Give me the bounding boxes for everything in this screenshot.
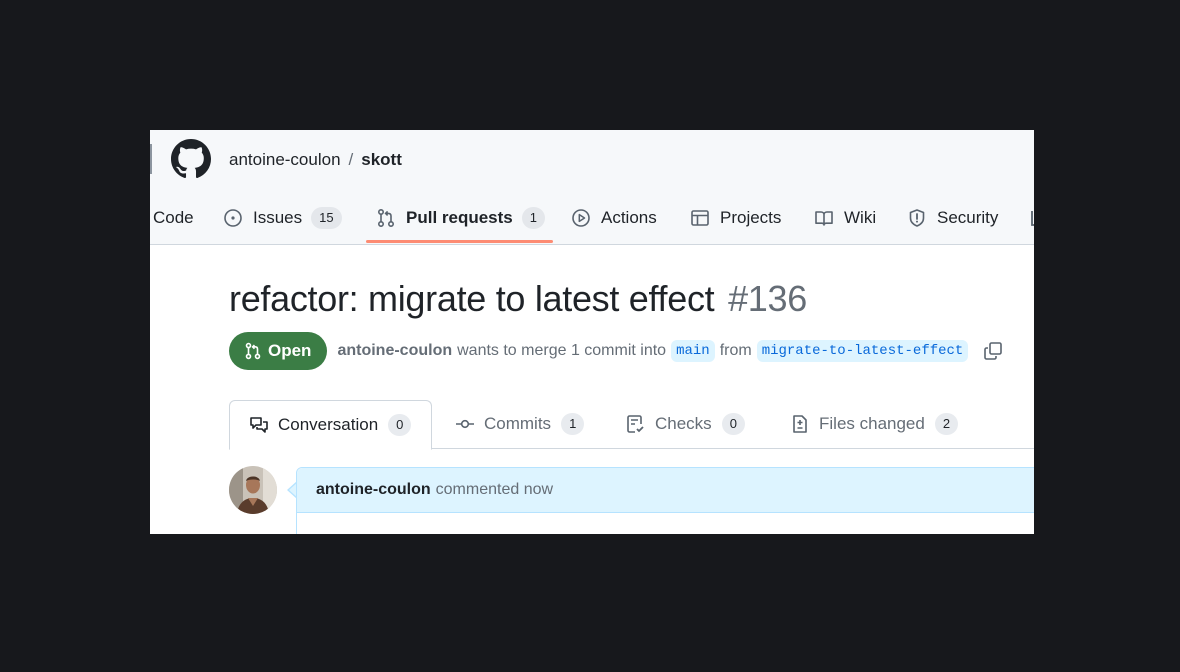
checklist-icon bbox=[627, 415, 644, 433]
table-icon bbox=[691, 210, 709, 226]
commits-count-badge: 1 bbox=[561, 413, 585, 435]
github-logo-icon[interactable] bbox=[171, 139, 211, 179]
copy-icon[interactable] bbox=[983, 341, 1003, 361]
git-pull-request-icon bbox=[245, 342, 261, 360]
graph-icon bbox=[1031, 211, 1034, 226]
merge-description: wants to merge 1 commit into bbox=[457, 342, 667, 359]
issue-opened-icon bbox=[224, 209, 242, 227]
active-tab-underline bbox=[366, 240, 553, 243]
tab-conversation[interactable]: Conversation 0 bbox=[229, 400, 433, 450]
tab-checks[interactable]: Checks 0 bbox=[626, 400, 745, 448]
tab-code[interactable]: Code bbox=[153, 192, 194, 244]
play-icon bbox=[572, 209, 590, 227]
shield-icon bbox=[909, 209, 925, 227]
tab-pull-requests-label: Pull requests bbox=[406, 208, 513, 227]
repo-owner-link[interactable]: antoine-coulon bbox=[229, 150, 341, 169]
tab-files-changed[interactable]: Files changed 2 bbox=[790, 400, 959, 448]
pulls-count-badge: 1 bbox=[521, 207, 545, 229]
pr-state-label: Open bbox=[268, 341, 312, 360]
tab-security[interactable]: Security bbox=[907, 192, 998, 244]
pr-title-text: refactor: migrate to latest effect bbox=[229, 278, 715, 319]
git-pull-request-icon bbox=[377, 208, 395, 228]
comment-author-link[interactable]: antoine-coulon bbox=[316, 481, 431, 499]
browser-viewport: antoine-coulon / skott Code Issues 15 Pull… bbox=[150, 130, 1034, 534]
tab-issues-label: Issues bbox=[253, 208, 303, 227]
avatar[interactable] bbox=[229, 466, 277, 514]
pr-meta: Open antoine-coulon wants to merge 1 com… bbox=[229, 332, 1003, 370]
repo-header: antoine-coulon / skott Code Issues 15 Pull… bbox=[150, 130, 1034, 245]
checks-count-badge: 0 bbox=[721, 413, 745, 435]
issues-count-badge: 15 bbox=[311, 207, 342, 229]
pr-title: refactor: migrate to latest effect #136 bbox=[229, 278, 807, 320]
pr-tabs: Conversation 0 Commits 1 Checks 0 Files … bbox=[229, 400, 1034, 450]
tab-commits[interactable]: Commits 1 bbox=[455, 400, 585, 448]
files-count-badge: 2 bbox=[934, 413, 959, 435]
comment-timestamp: commented now bbox=[435, 481, 554, 498]
repo-nav: Code Issues 15 Pull requests 1 Actions P… bbox=[150, 192, 1034, 244]
tab-wiki[interactable]: Wiki bbox=[814, 192, 876, 244]
comment-box: antoine-coulon commented now bbox=[296, 467, 1034, 534]
tab-security-label: Security bbox=[937, 208, 999, 227]
head-branch[interactable]: migrate-to-latest-effect bbox=[756, 340, 969, 362]
tab-issues[interactable]: Issues 15 bbox=[223, 192, 342, 244]
tab-actions[interactable]: Actions bbox=[571, 192, 657, 244]
tab-pull-requests[interactable]: Pull requests 1 bbox=[376, 192, 545, 244]
file-diff-icon bbox=[793, 415, 807, 433]
tab-projects-label: Projects bbox=[720, 208, 782, 227]
pr-number: #136 bbox=[728, 278, 807, 319]
tab-files-changed-label: Files changed bbox=[819, 414, 925, 433]
book-icon bbox=[815, 211, 833, 226]
tab-projects[interactable]: Projects bbox=[690, 192, 781, 244]
conversation-count-badge: 0 bbox=[388, 414, 412, 436]
pr-state-badge: Open bbox=[229, 332, 328, 370]
tab-commits-label: Commits bbox=[484, 414, 552, 433]
from-text: from bbox=[719, 342, 752, 359]
repo-name-link[interactable]: skott bbox=[361, 150, 402, 169]
avatar-image bbox=[229, 466, 277, 514]
breadcrumb: antoine-coulon / skott bbox=[229, 150, 402, 170]
breadcrumb-separator: / bbox=[348, 150, 354, 169]
base-branch[interactable]: main bbox=[671, 340, 715, 362]
tab-actions-label: Actions bbox=[601, 208, 657, 227]
edge-divider bbox=[150, 144, 152, 174]
pr-author-link[interactable]: antoine-coulon bbox=[337, 342, 452, 360]
comment-discussion-icon bbox=[250, 417, 268, 433]
tab-wiki-label: Wiki bbox=[844, 208, 877, 227]
git-commit-icon bbox=[456, 419, 474, 429]
tab-code-label: Code bbox=[153, 208, 194, 227]
tab-insights-partial[interactable] bbox=[1030, 192, 1034, 244]
tab-checks-label: Checks bbox=[655, 414, 712, 433]
comment-header: antoine-coulon commented now bbox=[297, 468, 1034, 513]
tab-conversation-label: Conversation bbox=[278, 415, 379, 434]
